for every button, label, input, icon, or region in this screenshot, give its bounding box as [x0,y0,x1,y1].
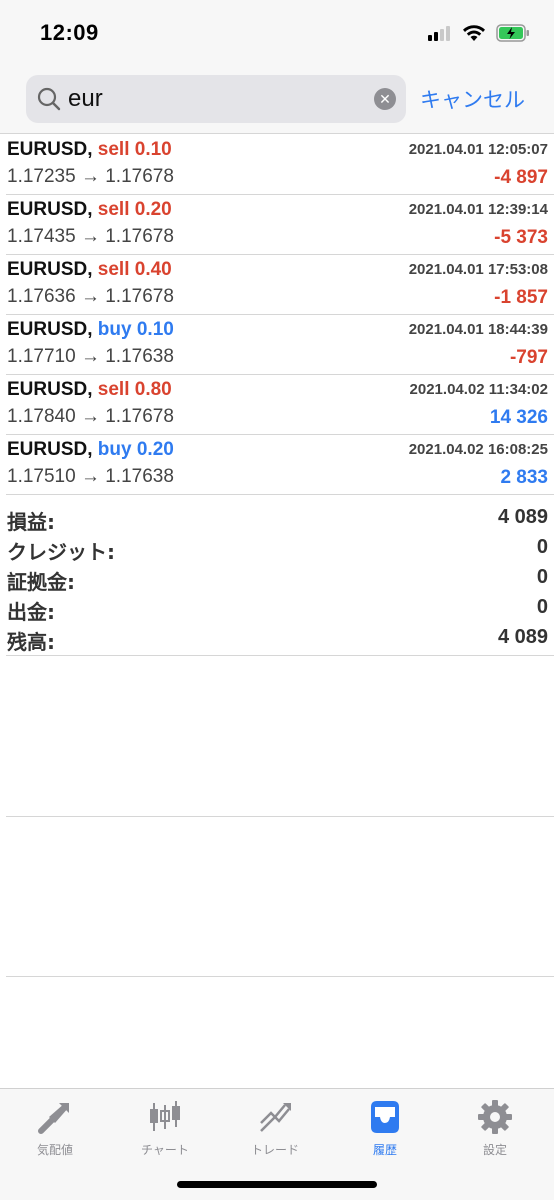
tab-trade[interactable]: トレード [220,1097,330,1158]
trade-profit: -5 373 [494,227,548,248]
tab-settings[interactable]: 設定 [440,1097,550,1158]
trade-prices: 1.17840 → 1.17678 [7,406,174,427]
battery-charging-icon [496,24,529,42]
table-row[interactable]: EURUSD, sell 0.80 1.17840 → 1.17678 2021… [6,375,554,435]
summary-label: 残高: [7,630,55,654]
trade-profit: -1 857 [494,287,548,308]
table-row[interactable]: EURUSD, buy 0.20 1.17510 → 1.17638 2021.… [6,435,554,495]
account-summary: 損益: 4 089 クレジット: 0 証拠金: 0 出金: 0 残高: 4 08… [6,496,554,656]
search-input[interactable] [68,81,358,117]
trade-time: 2021.04.02 11:34:02 [409,381,548,398]
search-field[interactable]: ✕ [26,75,406,123]
tab-label: 設定 [482,1143,507,1157]
summary-value: 0 [536,596,548,618]
trade-time: 2021.04.01 12:05:07 [408,141,548,158]
trade-profit: -4 897 [494,167,548,188]
tab-label: 気配値 [36,1143,73,1157]
status-bar: 12:09 [0,0,554,66]
tab-chart[interactable]: チャート [110,1097,220,1158]
trade-prices: 1.17636 → 1.17678 [7,286,174,307]
trade-symbol: EURUSD, [7,199,93,220]
summary-label: クレジット: [7,540,115,564]
trade-time: 2021.04.02 16:08:25 [408,441,548,458]
trade-symbol: EURUSD, [7,439,93,460]
trade-prices: 1.17710 → 1.17638 [7,346,174,367]
wifi-icon [463,25,485,41]
home-indicator[interactable] [177,1181,377,1188]
history-icon [371,1101,399,1133]
table-row[interactable]: EURUSD, sell 0.10 1.17235 → 1.17678 2021… [6,135,554,195]
quotes-icon [38,1103,69,1134]
trade-profit: -797 [509,347,548,368]
trade-time: 2021.04.01 18:44:39 [408,321,548,338]
status-time: 12:09 [40,20,99,45]
divider [6,816,554,817]
clear-search-icon[interactable]: ✕ [374,88,396,110]
summary-row-profit: 損益: 4 089 [6,504,554,534]
summary-row-credit: クレジット: 0 [6,534,554,564]
divider [6,976,554,977]
table-row[interactable]: EURUSD, sell 0.20 1.17435 → 1.17678 2021… [6,195,554,255]
cellular-signal-icon [428,25,452,41]
table-row[interactable]: EURUSD, sell 0.40 1.17636 → 1.17678 2021… [6,255,554,315]
search-icon [37,87,61,111]
trade-prices: 1.17435 → 1.17678 [7,226,174,247]
trade-history-list: EURUSD, sell 0.10 1.17235 → 1.17678 2021… [0,135,554,495]
trade-type-volume: sell 0.80 [97,379,172,400]
chart-icon [150,1101,180,1131]
trade-profit: 14 326 [489,407,548,428]
tab-label: 履歴 [372,1143,397,1157]
trade-prices: 1.17235 → 1.17678 [7,166,174,187]
trade-symbol: EURUSD, [7,379,93,400]
summary-value: 4 089 [497,626,548,648]
summary-label: 出金: [7,600,55,624]
status-icons [428,22,530,44]
trade-symbol: EURUSD, [7,259,93,280]
summary-row-withdrawal: 出金: 0 [6,594,554,624]
trade-time: 2021.04.01 17:53:08 [408,261,548,278]
table-row[interactable]: EURUSD, buy 0.10 1.17710 → 1.17638 2021.… [6,315,554,375]
trade-profit: 2 833 [500,467,548,488]
tab-quotes[interactable]: 気配値 [0,1097,110,1158]
trade-prices: 1.17510 → 1.17638 [7,466,174,487]
trade-type-volume: buy 0.10 [97,319,174,340]
trade-symbol: EURUSD, [7,319,93,340]
trade-type-volume: buy 0.20 [97,439,174,460]
trade-type-volume: sell 0.20 [97,199,172,220]
summary-value: 0 [536,536,548,558]
trade-icon [260,1103,291,1132]
trade-type-volume: sell 0.10 [97,139,172,160]
tab-label: トレード [250,1143,299,1157]
tab-label: チャート [141,1143,189,1157]
search-header: ✕ キャンセル [0,66,554,134]
cancel-button[interactable]: キャンセル [420,84,525,114]
trade-type-volume: sell 0.40 [97,259,172,280]
summary-row-margin: 証拠金: 0 [6,564,554,594]
trade-symbol: EURUSD, [7,139,93,160]
summary-label: 損益: [7,510,55,534]
summary-value: 0 [536,566,548,588]
summary-label: 証拠金: [7,570,75,594]
summary-value: 4 089 [497,506,548,528]
trade-time: 2021.04.01 12:39:14 [408,201,548,218]
tab-history[interactable]: 履歴 [330,1097,440,1158]
settings-icon [478,1100,512,1134]
summary-row-balance: 残高: 4 089 [6,624,554,654]
